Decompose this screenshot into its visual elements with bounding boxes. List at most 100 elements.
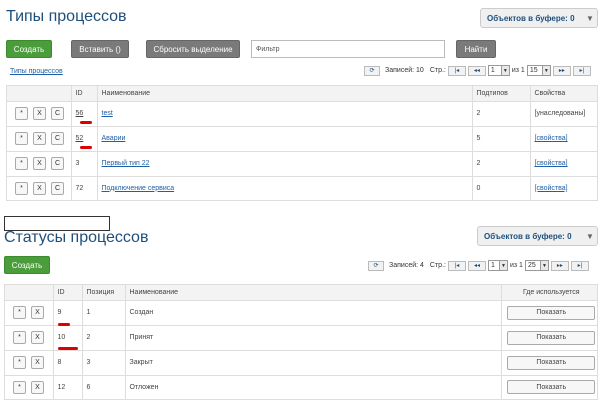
star-button[interactable]: * xyxy=(15,181,28,195)
table-row: * X 9 1 Создан Показать xyxy=(5,299,597,325)
page-select[interactable]: 1 ▼ xyxy=(487,65,510,76)
breadcrumb[interactable]: Типы процессов xyxy=(10,68,63,75)
row-subtypes: 0 xyxy=(471,175,530,200)
delete-button[interactable]: X xyxy=(31,306,44,319)
next-page-icon[interactable]: ▸▸ xyxy=(550,260,569,271)
star-button[interactable]: * xyxy=(15,157,28,170)
row-subtypes: 5 xyxy=(471,125,530,151)
row-name: Закрыт xyxy=(124,349,501,375)
col-header-id: ID xyxy=(52,285,82,301)
row-id: 9 xyxy=(52,299,82,325)
table-row: * X 12 6 Отложен Показать xyxy=(5,374,597,399)
buffer-dropdown[interactable]: Объектов в буфере: 0 ▼ xyxy=(477,226,598,246)
col-header-id: ID xyxy=(70,86,97,102)
row-position: 3 xyxy=(81,349,125,375)
delete-button[interactable]: X xyxy=(33,107,46,120)
per-page-value: 15 xyxy=(529,67,538,74)
star-button[interactable]: * xyxy=(13,380,26,394)
buffer-label: Объектов в буфере: 0 xyxy=(487,13,575,23)
page-title: Типы процессов xyxy=(6,8,127,25)
delete-button[interactable]: X xyxy=(31,356,44,369)
row-name[interactable]: Аварии xyxy=(102,135,126,142)
last-page-icon[interactable]: ▸| xyxy=(572,65,591,76)
next-page-icon[interactable]: ▸▸ xyxy=(552,65,571,76)
prev-page-icon[interactable]: ◂◂ xyxy=(467,260,486,271)
page-of-label: из 1 xyxy=(511,67,525,74)
process-types-table: ID Наименование Подтипов Свойства * X C 56… xyxy=(6,85,598,201)
reset-selection-button[interactable]: Сбросить выделение xyxy=(146,40,240,58)
refresh-icon[interactable]: ⟳ xyxy=(368,260,384,271)
row-position: 1 xyxy=(81,299,125,325)
row-name: Создан xyxy=(124,299,501,325)
row-props-link[interactable]: [свойства] xyxy=(535,185,568,192)
star-button[interactable]: * xyxy=(13,331,26,344)
create-button[interactable]: Создать xyxy=(6,40,52,58)
row-name[interactable]: Первый тип 22 xyxy=(102,160,150,167)
red-mark xyxy=(80,146,92,149)
chevron-down-icon: ▼ xyxy=(500,66,509,75)
red-mark xyxy=(58,323,70,326)
copy-button[interactable]: C xyxy=(51,107,64,120)
row-props-link[interactable]: [свойства] xyxy=(535,160,568,167)
col-header-actions xyxy=(5,285,53,301)
show-usage-button[interactable]: Показать xyxy=(507,380,596,395)
star-button[interactable]: * xyxy=(13,306,26,319)
show-usage-button[interactable]: Показать xyxy=(507,355,596,370)
col-header-actions xyxy=(7,86,71,102)
col-header-position: Позиция xyxy=(81,285,125,301)
delete-button[interactable]: X xyxy=(33,132,46,145)
copy-button[interactable]: C xyxy=(51,181,64,195)
per-page-select[interactable]: 15 ▼ xyxy=(526,65,551,76)
copy-button[interactable]: C xyxy=(51,132,64,145)
page-of-label: из 1 xyxy=(509,262,523,269)
star-button[interactable]: * xyxy=(15,132,28,145)
filter-input[interactable]: Фильтр xyxy=(251,40,445,58)
page-value: 1 xyxy=(490,262,495,269)
process-statuses-table: ID Позиция Наименование Где используется… xyxy=(4,284,598,400)
page-label: Стр.: xyxy=(429,262,446,269)
chevron-down-icon: ▼ xyxy=(586,13,594,23)
row-subtypes: 2 xyxy=(471,100,530,126)
prev-page-icon[interactable]: ◂◂ xyxy=(467,65,486,76)
show-usage-button[interactable]: Показать xyxy=(507,330,596,345)
row-id: 72 xyxy=(70,175,97,200)
delete-button[interactable]: X xyxy=(33,181,46,195)
star-button[interactable]: * xyxy=(13,356,26,369)
paste-button[interactable]: Вставить () xyxy=(71,40,129,58)
col-header-props: Свойства xyxy=(529,86,597,102)
create-button[interactable]: Создать xyxy=(4,256,50,274)
last-page-icon[interactable]: ▸| xyxy=(570,260,589,271)
col-header-name: Наименование xyxy=(124,285,501,301)
page-select[interactable]: 1 ▼ xyxy=(487,260,508,271)
find-button[interactable]: Найти xyxy=(456,40,496,58)
row-id: 12 xyxy=(52,374,82,399)
row-props-link[interactable]: [свойства] xyxy=(535,135,568,142)
show-usage-button[interactable]: Показать xyxy=(507,305,596,320)
table-row: * X C 72 Подключение сервиса 0 [свойства] xyxy=(7,175,597,200)
per-page-select[interactable]: 25 ▼ xyxy=(524,260,549,271)
row-props: [унаследованы] xyxy=(529,100,597,126)
first-page-icon[interactable]: |◂ xyxy=(447,65,466,76)
row-name: Отложен xyxy=(124,374,501,399)
delete-button[interactable]: X xyxy=(31,331,44,344)
delete-button[interactable]: X xyxy=(33,157,46,170)
red-mark xyxy=(80,121,92,124)
first-page-icon[interactable]: |◂ xyxy=(447,260,466,271)
table-row: * X C 52 Аварии 5 [свойства] xyxy=(7,125,597,151)
table-row: * X 8 3 Закрыт Показать xyxy=(5,349,597,375)
table-row: * X C 56 test 2 [унаследованы] xyxy=(7,100,597,126)
star-button[interactable]: * xyxy=(15,107,28,120)
records-count: Записей: 10 xyxy=(385,67,424,74)
col-header-name: Наименование xyxy=(96,86,472,102)
delete-button[interactable]: X xyxy=(31,380,44,394)
col-header-usage: Где используется xyxy=(500,285,597,301)
row-name[interactable]: Подключение сервиса xyxy=(102,185,175,192)
buffer-dropdown[interactable]: Объектов в буфере: 0 ▼ xyxy=(480,8,598,28)
copy-button[interactable]: C xyxy=(51,157,64,170)
chevron-down-icon: ▼ xyxy=(498,261,507,270)
pager-1: ⟳ Записей: 10 Стр.: |◂ ◂◂ 1 ▼ из 1 15 ▼ ▸▸… xyxy=(364,65,591,76)
refresh-icon[interactable]: ⟳ xyxy=(364,65,380,76)
row-name[interactable]: test xyxy=(102,110,113,117)
buffer-label: Объектов в буфере: 0 xyxy=(484,231,572,241)
table-row: * X C 3 Первый тип 22 2 [свойства] xyxy=(7,150,597,176)
